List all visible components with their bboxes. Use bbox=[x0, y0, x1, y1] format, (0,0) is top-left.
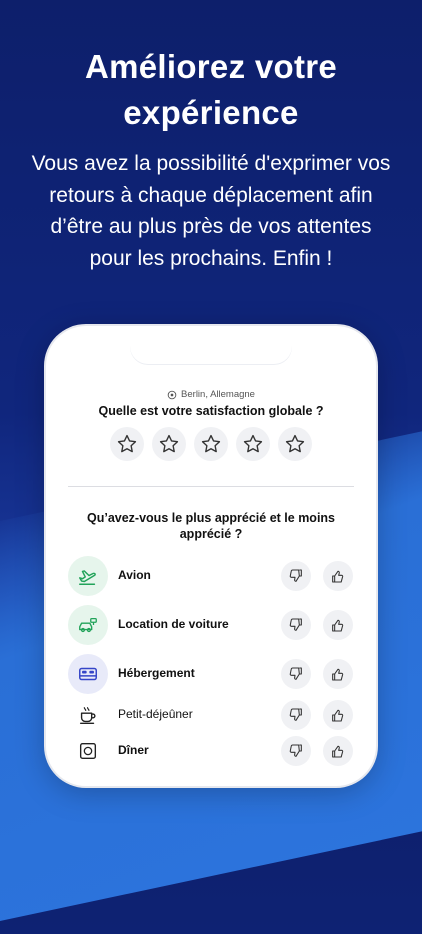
thumbs-up-icon bbox=[332, 745, 344, 758]
category-row-hebergement: Hébergement bbox=[68, 654, 354, 694]
star-rating bbox=[110, 427, 312, 461]
thumbs-down-button[interactable] bbox=[281, 561, 311, 591]
category-label: Avion bbox=[118, 568, 151, 582]
category-label: Petit-déjeûner bbox=[118, 707, 193, 721]
thumbs-up-button[interactable] bbox=[323, 736, 353, 766]
category-row-avion: Avion bbox=[68, 556, 354, 596]
category-question: Qu’avez-vous le plus apprécié et le moin… bbox=[87, 511, 335, 541]
thumbs-up-button[interactable] bbox=[323, 700, 353, 730]
thumbs-down-icon bbox=[289, 708, 302, 721]
category-icon-badge bbox=[68, 654, 108, 694]
phone-mockup: Berlin, Allemagne Quelle est votre satis… bbox=[46, 326, 376, 786]
star-icon bbox=[285, 434, 305, 453]
thumbs-down-button[interactable] bbox=[281, 659, 311, 689]
category-row-diner: Dîner bbox=[68, 731, 354, 771]
thumbs-down-icon bbox=[289, 569, 302, 582]
category-label: Location de voiture bbox=[118, 617, 229, 631]
hero-title-line1: Améliorez votre bbox=[84, 48, 338, 85]
thumbs-up-icon bbox=[332, 570, 344, 583]
star-1-button[interactable] bbox=[110, 427, 144, 461]
thumbs-down-icon bbox=[289, 618, 302, 631]
dinner-icon bbox=[79, 742, 97, 760]
location-line: Berlin, Allemagne bbox=[46, 389, 376, 400]
thumbs-down-button[interactable] bbox=[281, 736, 311, 766]
thumbs-up-button[interactable] bbox=[323, 561, 353, 591]
global-satisfaction-question: Quelle est votre satisfaction globale ? bbox=[98, 404, 324, 418]
hero-description: Vous avez la possibilité d'exprimer vos … bbox=[31, 152, 391, 270]
category-row-petit-dejeuner: Petit-déjeûner bbox=[68, 695, 354, 735]
star-icon bbox=[159, 434, 179, 453]
divider bbox=[68, 486, 354, 487]
bed-icon bbox=[79, 667, 97, 681]
hero-title-line2: expérience bbox=[123, 94, 299, 131]
star-2-button[interactable] bbox=[152, 427, 186, 461]
star-icon bbox=[243, 434, 263, 453]
thumbs-up-icon bbox=[332, 668, 344, 681]
category-label: Hébergement bbox=[118, 666, 195, 680]
category-icon-badge bbox=[68, 731, 108, 771]
star-4-button[interactable] bbox=[236, 427, 270, 461]
star-5-button[interactable] bbox=[278, 427, 312, 461]
star-icon bbox=[201, 434, 221, 453]
star-3-button[interactable] bbox=[194, 427, 228, 461]
thumbs-up-icon bbox=[332, 619, 344, 632]
hero-title: Améliorez votre expérience bbox=[0, 44, 422, 136]
category-row-location-voiture: Location de voiture bbox=[68, 605, 354, 645]
thumbs-down-icon bbox=[289, 744, 302, 757]
star-icon bbox=[117, 434, 137, 453]
thumbs-down-icon bbox=[289, 667, 302, 680]
plane-icon bbox=[79, 570, 96, 585]
category-icon-badge bbox=[68, 695, 108, 735]
category-label: Dîner bbox=[118, 743, 149, 757]
location-pin-icon bbox=[167, 390, 177, 399]
coffee-icon bbox=[79, 707, 96, 724]
car-rental-icon bbox=[79, 617, 97, 633]
location-text: Berlin, Allemagne bbox=[181, 389, 255, 400]
category-icon-badge bbox=[68, 556, 108, 596]
thumbs-up-icon bbox=[332, 709, 344, 722]
thumbs-down-button[interactable] bbox=[281, 610, 311, 640]
thumbs-up-button[interactable] bbox=[323, 610, 353, 640]
thumbs-down-button[interactable] bbox=[281, 700, 311, 730]
thumbs-up-button[interactable] bbox=[323, 659, 353, 689]
feedback-screen: Berlin, Allemagne Quelle est votre satis… bbox=[46, 326, 376, 786]
category-icon-badge bbox=[68, 605, 108, 645]
